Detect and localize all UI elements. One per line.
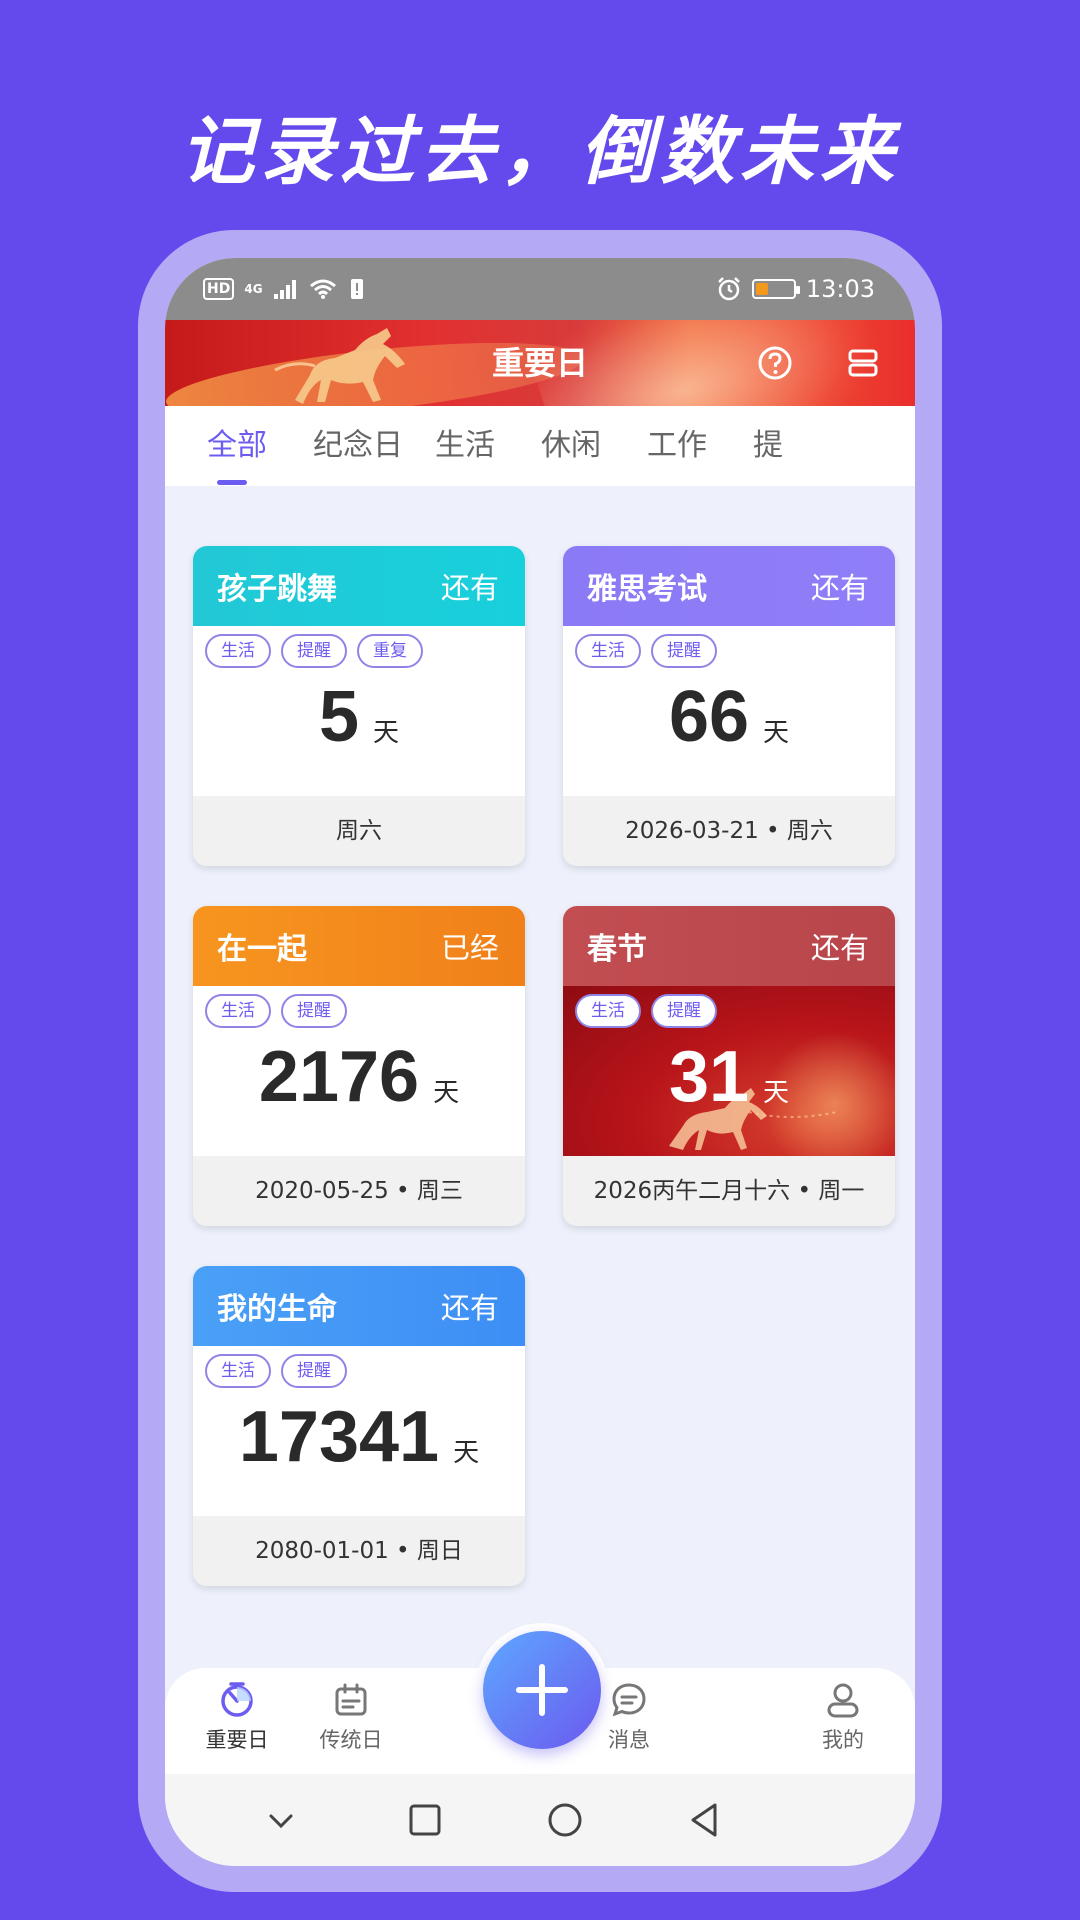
tab-indicator bbox=[217, 480, 247, 485]
promo-headline: 记录过去，倒数未来 bbox=[180, 109, 900, 195]
system-navigation-bar bbox=[165, 1774, 915, 1866]
wifi-icon bbox=[309, 279, 336, 299]
day-count: 66 bbox=[668, 677, 750, 757]
card-title: 春节 bbox=[587, 932, 647, 967]
event-card[interactable]: 在一起 已经 生活 提醒 2176 天 2020-05-25 • 周三 bbox=[193, 906, 525, 1226]
card-status: 还有 bbox=[440, 1291, 499, 1325]
message-icon bbox=[612, 1683, 646, 1717]
event-card[interactable]: 我的生命 还有 生活 提醒 17341 天 2080-01-01 • 周日 bbox=[193, 1266, 525, 1586]
plus-icon bbox=[516, 1664, 568, 1716]
day-count: 17341 bbox=[238, 1397, 440, 1477]
card-header: 我的生命 还有 bbox=[193, 1266, 525, 1346]
event-card[interactable]: 春节 还有 生活 提醒 31 天 2026丙午二月十六 • 周一 bbox=[563, 906, 895, 1226]
day-unit: 天 bbox=[763, 718, 790, 748]
tag-badge: 提醒 bbox=[651, 634, 717, 668]
card-title: 我的生命 bbox=[217, 1292, 337, 1327]
tab-reminder[interactable]: 提 bbox=[753, 406, 783, 486]
question-icon[interactable] bbox=[757, 345, 793, 381]
day-unit: 天 bbox=[373, 718, 400, 748]
card-header: 孩子跳舞 还有 bbox=[193, 546, 525, 626]
tag-badge: 提醒 bbox=[281, 994, 347, 1028]
card-status: 还有 bbox=[440, 571, 499, 605]
card-date: 2026丙午二月十六 • 周一 bbox=[563, 1156, 895, 1226]
day-count: 2176 bbox=[258, 1037, 420, 1117]
nav-label: 重要日 bbox=[205, 1728, 269, 1752]
tag-badge: 生活 bbox=[575, 634, 641, 668]
page-title: 重要日 bbox=[491, 344, 588, 382]
card-status: 还有 bbox=[810, 931, 869, 965]
tag-badge: 提醒 bbox=[281, 1354, 347, 1388]
card-title: 雅思考试 bbox=[587, 572, 707, 607]
tab-all[interactable]: 全部 bbox=[207, 406, 267, 486]
tab-work[interactable]: 工作 bbox=[647, 406, 707, 486]
nav-item-traditional-days[interactable]: 传统日 bbox=[301, 1680, 401, 1754]
day-unit: 天 bbox=[453, 1438, 480, 1468]
header-banner: 重要日 bbox=[165, 320, 915, 406]
card-date: 2026-03-21 • 周六 bbox=[563, 796, 895, 866]
alert-icon bbox=[350, 279, 363, 299]
tag-badge: 生活 bbox=[575, 994, 641, 1028]
chevron-down-icon[interactable] bbox=[257, 1796, 305, 1844]
card-date: 2080-01-01 • 周日 bbox=[193, 1516, 525, 1586]
nav-label: 我的 bbox=[822, 1728, 864, 1752]
card-header: 雅思考试 还有 bbox=[563, 546, 895, 626]
card-title: 孩子跳舞 bbox=[217, 572, 337, 607]
user-icon bbox=[827, 1683, 859, 1718]
nav-label: 传统日 bbox=[319, 1728, 383, 1752]
status-bar: HD 4G 13:03 bbox=[165, 258, 915, 320]
card-header: 在一起 已经 bbox=[193, 906, 525, 986]
event-card[interactable]: 雅思考试 还有 生活 提醒 66 天 2026-03-21 • 周六 bbox=[563, 546, 895, 866]
battery-icon bbox=[751, 279, 800, 299]
add-event-button[interactable] bbox=[483, 1631, 601, 1749]
day-count: 31 bbox=[668, 1037, 750, 1117]
alarm-icon bbox=[717, 277, 740, 301]
day-unit: 天 bbox=[433, 1078, 460, 1108]
home-icon[interactable] bbox=[541, 1796, 589, 1844]
card-date: 2020-05-25 • 周三 bbox=[193, 1156, 525, 1226]
tag-badge: 生活 bbox=[205, 994, 271, 1028]
tab-anniversary[interactable]: 纪念日 bbox=[313, 406, 403, 486]
day-count: 5 bbox=[318, 677, 360, 757]
tag-badge: 生活 bbox=[205, 1354, 271, 1388]
network-label: 4G bbox=[244, 282, 263, 296]
recents-icon[interactable] bbox=[401, 1796, 449, 1844]
card-status: 还有 bbox=[810, 571, 869, 605]
tag-badge: 生活 bbox=[205, 634, 271, 668]
nav-item-profile[interactable]: 我的 bbox=[793, 1680, 893, 1754]
day-unit: 天 bbox=[763, 1078, 790, 1108]
timer-icon bbox=[221, 1682, 253, 1717]
card-date: 周六 bbox=[193, 796, 525, 866]
phone-screen: HD 4G 13:03 重要日 全部 纪念日 生活 休闲 工作 提 孩子跳舞 还… bbox=[165, 258, 915, 1866]
category-tabs: 全部 纪念日 生活 休闲 工作 提 bbox=[165, 406, 915, 486]
tag-badge: 重复 bbox=[357, 634, 423, 668]
card-title: 在一起 bbox=[217, 932, 307, 967]
tag-badge: 提醒 bbox=[281, 634, 347, 668]
card-status: 已经 bbox=[440, 931, 499, 965]
event-card[interactable]: 孩子跳舞 还有 生活 提醒 重复 5 天 周六 bbox=[193, 546, 525, 866]
status-time: 13:03 bbox=[805, 275, 875, 303]
list-layout-icon[interactable] bbox=[847, 347, 879, 379]
back-icon[interactable] bbox=[681, 1796, 729, 1844]
tab-leisure[interactable]: 休闲 bbox=[541, 406, 601, 486]
tab-life[interactable]: 生活 bbox=[435, 406, 495, 486]
card-header: 春节 还有 bbox=[563, 906, 895, 986]
hd-badge: HD bbox=[203, 278, 235, 300]
nav-item-important-days[interactable]: 重要日 bbox=[187, 1680, 287, 1754]
signal-icon bbox=[273, 280, 296, 299]
tag-badge: 提醒 bbox=[651, 994, 717, 1028]
calendar-icon bbox=[335, 1683, 367, 1716]
